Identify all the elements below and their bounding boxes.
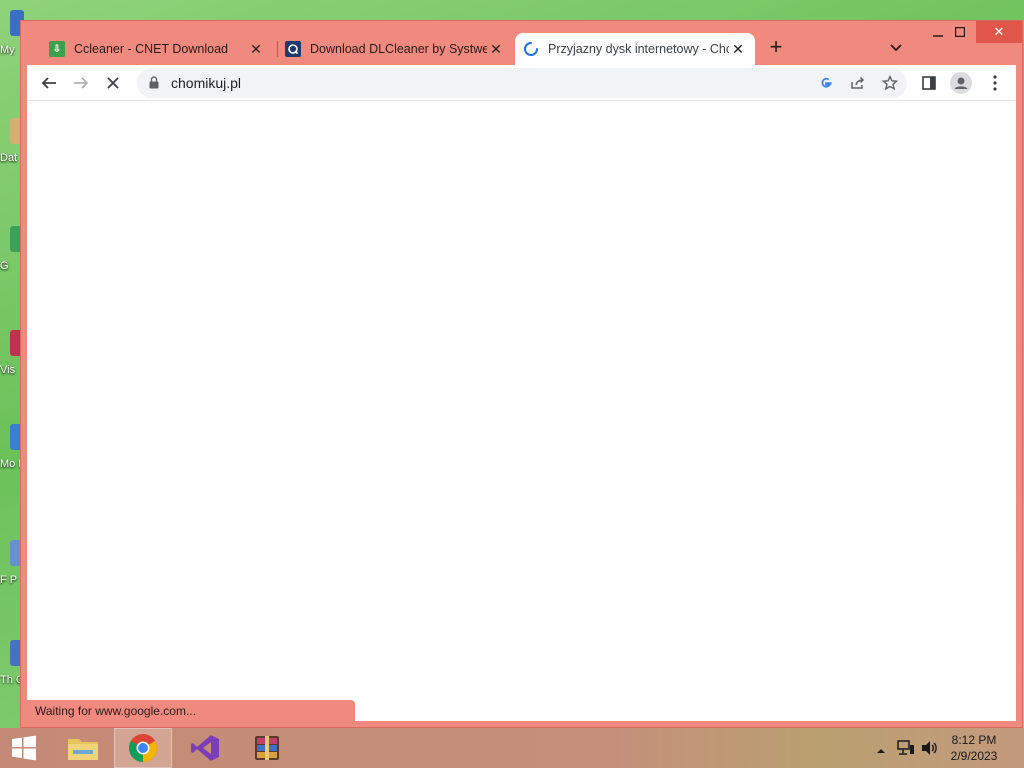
bookmark-star-icon[interactable] [879, 72, 901, 94]
tab-dlcleaner[interactable]: Download DLCleaner by Systweak ✕ [277, 33, 513, 65]
browser-toolbar: chomikuj.pl [27, 65, 1016, 100]
clock-time[interactable]: 8:12 PM [944, 733, 1004, 747]
tab-chomikuj[interactable]: Przyjazny dysk internetowy - Chomikuj ✕ [515, 33, 755, 65]
profile-avatar-icon[interactable] [947, 69, 975, 97]
chrome-icon[interactable] [114, 728, 172, 768]
close-tab-icon[interactable]: ✕ [729, 40, 747, 58]
cnet-download-icon: ⇩ [49, 41, 65, 57]
google-lens-icon[interactable] [815, 72, 837, 94]
show-hidden-icons-chevron-icon[interactable] [876, 742, 886, 760]
tab-search-chevron-icon[interactable] [885, 37, 907, 59]
status-bubble: Waiting for www.google.com... [27, 700, 355, 722]
loading-spinner-icon [523, 41, 539, 57]
tab-title: Ccleaner - CNET Download [74, 42, 228, 56]
page-content[interactable] [27, 100, 1016, 721]
new-tab-button[interactable]: + [765, 36, 787, 59]
taskbar: 8:12 PM 2/9/2023 [0, 728, 1024, 768]
volume-icon[interactable] [921, 740, 939, 761]
network-icon[interactable] [897, 740, 915, 761]
winrar-icon[interactable] [238, 728, 296, 768]
side-panel-icon[interactable] [915, 69, 943, 97]
file-explorer-icon[interactable] [54, 728, 112, 768]
tab-title: Download DLCleaner by Systweak [310, 42, 487, 56]
share-icon[interactable] [847, 72, 869, 94]
close-window-icon[interactable]: ✕ [976, 21, 1022, 43]
tab-title: Przyjazny dysk internetowy - Chomikuj [548, 42, 729, 56]
close-tab-icon[interactable]: ✕ [247, 40, 265, 58]
stop-loading-icon[interactable] [99, 69, 127, 97]
tab-strip: ⇩ Ccleaner - CNET Download ✕ Download DL… [21, 21, 1022, 65]
url-text[interactable]: chomikuj.pl [171, 75, 241, 91]
close-tab-icon[interactable]: ✕ [487, 40, 505, 58]
lock-icon[interactable] [149, 76, 159, 94]
clock-date[interactable]: 2/9/2023 [944, 749, 1004, 763]
chrome-window: ⇩ Ccleaner - CNET Download ✕ Download DL… [20, 20, 1023, 728]
tab-ccleaner-cnet[interactable]: ⇩ Ccleaner - CNET Download ✕ [41, 33, 273, 65]
dlcleaner-icon [285, 41, 301, 57]
maximize-icon[interactable] [943, 21, 977, 43]
back-arrow-icon[interactable] [35, 69, 63, 97]
forward-arrow-icon[interactable] [67, 69, 95, 97]
start-button-windows-icon[interactable] [0, 728, 48, 768]
visual-studio-icon[interactable] [176, 728, 234, 768]
address-bar[interactable]: chomikuj.pl [137, 68, 907, 98]
more-menu-icon[interactable] [981, 69, 1009, 97]
